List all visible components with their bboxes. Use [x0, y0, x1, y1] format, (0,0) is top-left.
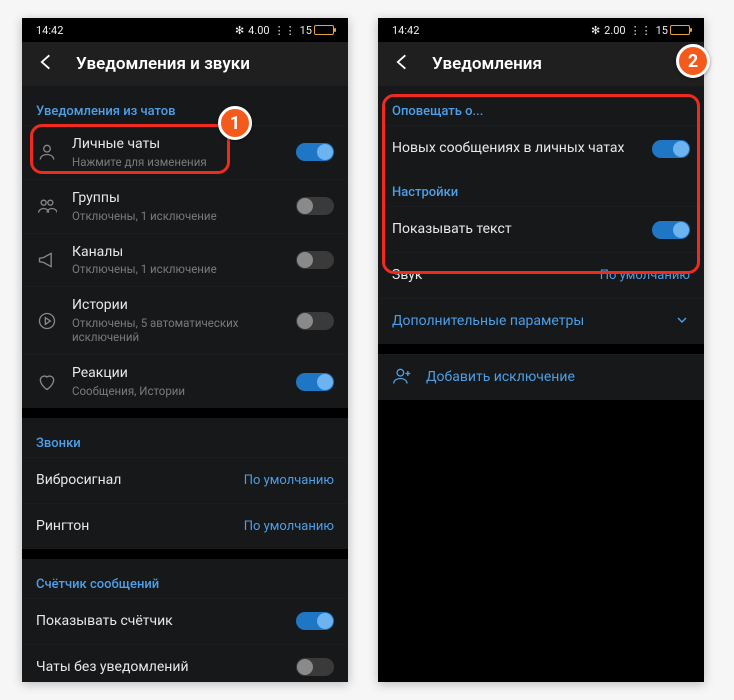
megaphone-icon	[36, 250, 58, 270]
toggle-show-text[interactable]	[652, 221, 690, 239]
section-settings: Настройки	[378, 171, 704, 206]
row-extra-params[interactable]: Дополнительные параметры	[378, 298, 704, 344]
header-bar: Уведомления и звуки	[22, 42, 348, 86]
row-new-msgs[interactable]: Новых сообщениях в личных чатах	[378, 125, 704, 171]
row-stories[interactable]: Истории Отключены, 5 автоматических искл…	[22, 286, 348, 354]
row-vibro[interactable]: Вибросигнал По умолчанию	[22, 457, 348, 503]
badge-1: 1	[218, 106, 252, 140]
row-title: Показывать счётчик	[36, 613, 282, 630]
toggle-new-msgs[interactable]	[652, 140, 690, 158]
row-sound[interactable]: Звук По умолчанию	[378, 252, 704, 298]
row-title: Каналы	[72, 244, 282, 261]
row-sub: Отключены, 1 исключение	[72, 209, 282, 223]
add-person-icon	[392, 366, 412, 390]
group-icon	[36, 196, 58, 216]
toggle-private[interactable]	[296, 143, 334, 161]
row-title: Личные чаты	[72, 136, 282, 153]
bluetooth-icon: ✻	[591, 24, 600, 37]
row-sub: Отключены, 5 автоматических исключений	[72, 316, 282, 344]
play-circle-icon	[36, 311, 58, 331]
battery-indicator: 15	[300, 24, 334, 37]
network-icon: 2.00	[604, 24, 625, 37]
row-title: Чаты без уведомлений	[36, 659, 282, 676]
back-icon[interactable]	[36, 52, 56, 77]
heart-icon	[36, 372, 58, 392]
row-sub: Нажмите для изменения	[72, 155, 282, 169]
toggle-groups[interactable]	[296, 197, 334, 215]
toggle-stories[interactable]	[296, 312, 334, 330]
phone-right: 14:42 ✻ 2.00 ⋮⋮ 15 Уведомления Оповещать…	[378, 18, 704, 682]
row-title: Истории	[72, 297, 282, 314]
row-show-counter[interactable]: Показывать счётчик	[22, 598, 348, 644]
wifi-icon: ⋮⋮	[630, 24, 652, 37]
badge-text: 1	[230, 113, 240, 134]
row-ringtone[interactable]: Рингтон По умолчанию	[22, 503, 348, 549]
section-calls: Звонки	[22, 418, 348, 457]
row-reactions[interactable]: Реакции Сообщения, Истории	[22, 354, 348, 408]
status-bar: 14:42 ✻ 4.00 ⋮⋮ 15	[22, 18, 348, 42]
row-title: Добавить исключение	[426, 369, 690, 386]
row-title: Вибросигнал	[36, 472, 230, 489]
row-title: Группы	[72, 190, 282, 207]
chevron-down-icon	[674, 312, 690, 332]
status-time: 14:42	[392, 24, 419, 37]
toggle-muted-chats[interactable]	[296, 658, 334, 676]
header-title: Уведомления	[432, 54, 542, 74]
row-groups[interactable]: Группы Отключены, 1 исключение	[22, 179, 348, 233]
battery-pct: 15	[656, 24, 668, 37]
section-counter: Счётчик сообщений	[22, 559, 348, 598]
wifi-icon: ⋮⋮	[274, 24, 296, 37]
phone-left: 14:42 ✻ 4.00 ⋮⋮ 15 Уведомления и звуки У…	[22, 18, 348, 682]
row-channels[interactable]: Каналы Отключены, 1 исключение	[22, 233, 348, 287]
row-sub: Отключены, 1 исключение	[72, 262, 282, 276]
status-right: ✻ 4.00 ⋮⋮ 15	[235, 24, 334, 37]
row-title: Показывать текст	[392, 221, 638, 238]
status-right: ✻ 2.00 ⋮⋮ 15	[591, 24, 690, 37]
person-icon	[36, 142, 58, 162]
row-show-text[interactable]: Показывать текст	[378, 206, 704, 252]
bluetooth-icon: ✻	[235, 24, 244, 37]
row-value: По умолчанию	[244, 519, 334, 534]
section-chats: Уведомления из чатов	[22, 86, 348, 125]
badge-2: 2	[676, 44, 710, 78]
row-value: По умолчанию	[244, 473, 334, 488]
battery-pct: 15	[300, 24, 312, 37]
network-icon: 4.00	[248, 24, 269, 37]
row-private-chats[interactable]: Личные чаты Нажмите для изменения	[22, 125, 348, 179]
row-sub: Сообщения, Истории	[72, 384, 282, 398]
row-title: Новых сообщениях в личных чатах	[392, 140, 638, 157]
toggle-channels[interactable]	[296, 251, 334, 269]
row-value: По умолчанию	[600, 268, 690, 283]
battery-indicator: 15	[656, 24, 690, 37]
row-muted-chats[interactable]: Чаты без уведомлений	[22, 644, 348, 682]
toggle-reactions[interactable]	[296, 373, 334, 391]
section-notify: Оповещать о...	[378, 86, 704, 125]
status-time: 14:42	[36, 24, 63, 37]
row-add-exception[interactable]: Добавить исключение	[378, 354, 704, 400]
row-title: Дополнительные параметры	[392, 313, 660, 330]
row-title: Рингтон	[36, 518, 230, 535]
header-bar: Уведомления	[378, 42, 704, 86]
badge-text: 2	[688, 51, 698, 72]
header-title: Уведомления и звуки	[76, 54, 250, 74]
back-icon[interactable]	[392, 52, 412, 77]
status-bar: 14:42 ✻ 2.00 ⋮⋮ 15	[378, 18, 704, 42]
row-title: Реакции	[72, 365, 282, 382]
row-title: Звук	[392, 267, 586, 284]
toggle-show-counter[interactable]	[296, 612, 334, 630]
